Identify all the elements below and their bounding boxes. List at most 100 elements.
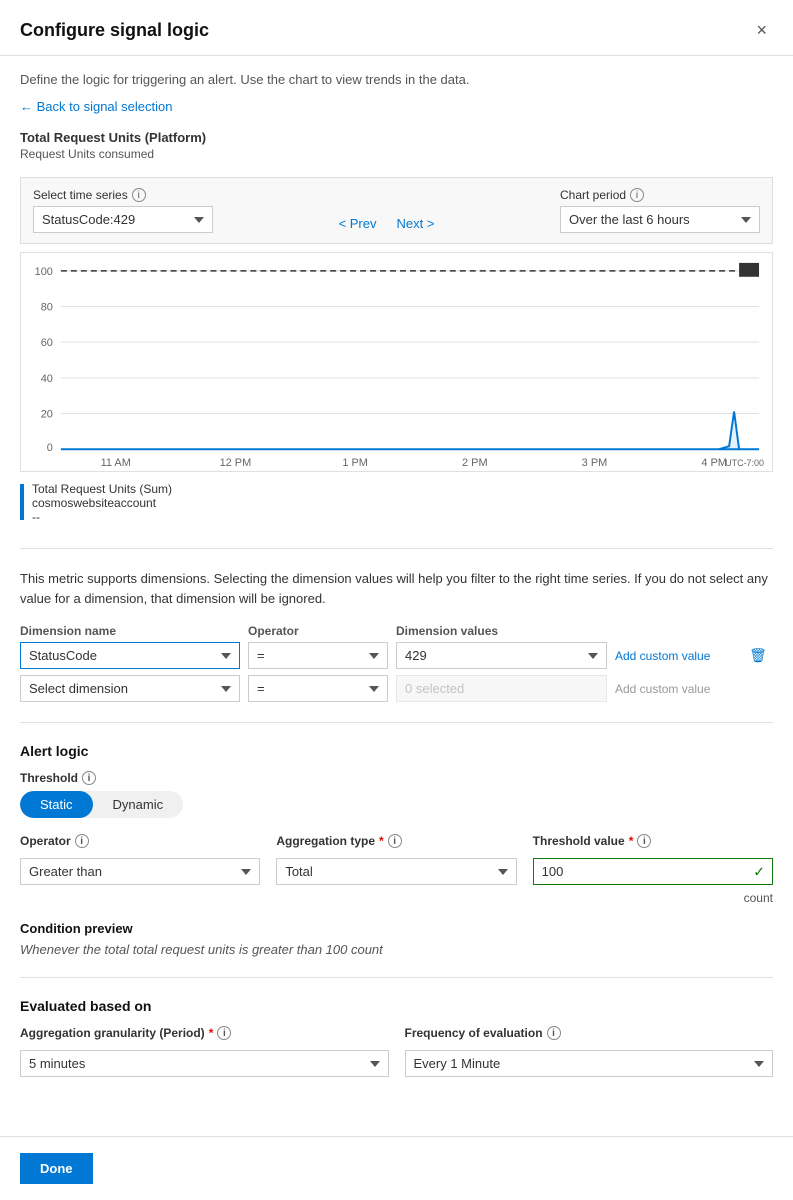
delete-dimension-button-1[interactable]: 🗑	[743, 645, 773, 666]
panel-body: Define the logic for triggering an alert…	[0, 56, 793, 1136]
operator-info-icon[interactable]: i	[75, 834, 89, 848]
chart-area: 100 80 60 40 20 0	[20, 252, 773, 472]
dim-header-operator: Operator	[248, 624, 388, 638]
back-to-signal-link[interactable]: ← Back to signal selection	[20, 99, 172, 114]
granularity-select[interactable]: 1 minute 5 minutes 15 minutes 30 minutes…	[20, 1050, 389, 1077]
aggregation-type-field-group: Aggregation type * i Total Average Minim…	[276, 834, 516, 905]
legend-color-bar	[20, 484, 24, 520]
svg-text:1 PM: 1 PM	[342, 457, 368, 469]
dimension-row-2: Select dimension = != 0 selected Add cus…	[20, 675, 773, 702]
threshold-info-icon[interactable]: i	[82, 771, 96, 785]
svg-text:80: 80	[41, 302, 53, 314]
svg-text:3 PM: 3 PM	[582, 457, 608, 469]
time-series-select[interactable]: StatusCode:429 StatusCode:200 StatusCode…	[33, 206, 213, 233]
dim-operator-select-2[interactable]: = !=	[248, 675, 388, 702]
threshold-value-field-group: Threshold value * i ✓ count	[533, 834, 773, 905]
panel-header: Configure signal logic ×	[0, 0, 793, 56]
chart-legend: Total Request Units (Sum) cosmoswebsitea…	[20, 478, 773, 528]
aggregation-required-star: *	[379, 834, 384, 848]
count-label: count	[533, 891, 773, 905]
threshold-value-info-icon[interactable]: i	[637, 834, 651, 848]
dynamic-toggle-button[interactable]: Dynamic	[93, 791, 184, 818]
threshold-check-icon: ✓	[753, 863, 765, 880]
granularity-field-group: Aggregation granularity (Period) * i 1 m…	[20, 1026, 389, 1077]
svg-text:20: 20	[41, 409, 53, 421]
configure-signal-logic-panel: Configure signal logic × Define the logi…	[0, 0, 793, 1200]
operator-label: Operator i	[20, 834, 260, 848]
alert-logic-section: Alert logic Threshold i Static Dynamic O…	[20, 743, 773, 957]
dimension-notice: This metric supports dimensions. Selecti…	[20, 569, 773, 608]
svg-text:12 PM: 12 PM	[220, 457, 252, 469]
separator-2	[20, 722, 773, 723]
condition-preview-text: Whenever the total total request units i…	[20, 942, 773, 957]
evaluated-section-title: Evaluated based on	[20, 998, 773, 1014]
threshold-value-required-star: *	[629, 834, 634, 848]
granularity-label: Aggregation granularity (Period) * i	[20, 1026, 389, 1040]
dim-name-select-2[interactable]: Select dimension	[20, 675, 240, 702]
operator-select[interactable]: Greater than Less than Greater than or e…	[20, 858, 260, 885]
add-custom-value-link-1[interactable]: Add custom value	[615, 649, 735, 663]
svg-text:4 PM: 4 PM	[701, 457, 727, 469]
done-button[interactable]: Done	[20, 1153, 93, 1184]
granularity-info-icon[interactable]: i	[217, 1026, 231, 1040]
threshold-value-input[interactable]	[533, 858, 773, 885]
time-series-group: Select time series i StatusCode:429 Stat…	[33, 188, 213, 233]
close-button[interactable]: ×	[750, 18, 773, 43]
threshold-toggle: Static Dynamic	[20, 791, 183, 818]
chart-svg: 100 80 60 40 20 0	[21, 253, 772, 471]
nav-buttons: < Prev Next >	[335, 214, 439, 233]
nav-buttons-group: < Prev Next >	[213, 214, 560, 233]
alert-logic-fields: Operator i Greater than Less than Greate…	[20, 834, 773, 905]
aggregation-type-label: Aggregation type * i	[276, 834, 516, 848]
aggregation-type-select[interactable]: Total Average Minimum Maximum Count	[276, 858, 516, 885]
chart-period-group: Chart period i Over the last 1 hour Over…	[560, 188, 760, 233]
operator-field-group: Operator i Greater than Less than Greate…	[20, 834, 260, 905]
add-custom-value-disabled-2: Add custom value	[615, 682, 735, 696]
legend-account: cosmoswebsiteaccount	[32, 496, 172, 510]
frequency-label: Frequency of evaluation i	[405, 1026, 774, 1040]
svg-text:2 PM: 2 PM	[462, 457, 488, 469]
signal-info: Total Request Units (Platform) Request U…	[20, 130, 773, 161]
threshold-value-label: Threshold value * i	[533, 834, 773, 848]
svg-text:100: 100	[35, 266, 53, 278]
chart-period-info-icon[interactable]: i	[630, 188, 644, 202]
static-toggle-button[interactable]: Static	[20, 791, 93, 818]
panel-footer: Done	[0, 1136, 793, 1200]
svg-text:60: 60	[41, 337, 53, 349]
prev-button[interactable]: < Prev	[335, 214, 381, 233]
panel-title: Configure signal logic	[20, 20, 209, 41]
evaluated-fields: Aggregation granularity (Period) * i 1 m…	[20, 1026, 773, 1077]
threshold-input-wrapper: ✓	[533, 858, 773, 885]
chart-period-select[interactable]: Over the last 1 hour Over the last 6 hou…	[560, 206, 760, 233]
legend-dashes: --	[32, 510, 172, 524]
frequency-select[interactable]: Every 1 Minute Every 5 Minutes Every 15 …	[405, 1050, 774, 1077]
signal-sub: Request Units consumed	[20, 147, 773, 161]
svg-text:11 AM: 11 AM	[101, 457, 131, 469]
frequency-info-icon[interactable]: i	[547, 1026, 561, 1040]
legend-name: Total Request Units (Sum)	[32, 482, 172, 496]
time-series-info-icon[interactable]: i	[132, 188, 146, 202]
condition-preview-section: Condition preview Whenever the total tot…	[20, 921, 773, 957]
dim-header-values: Dimension values	[396, 624, 607, 638]
separator-1	[20, 548, 773, 549]
dimension-table: Dimension name Operator Dimension values…	[20, 624, 773, 702]
dimension-header-row: Dimension name Operator Dimension values	[20, 624, 773, 638]
time-series-label: Select time series i	[33, 188, 213, 202]
frequency-field-group: Frequency of evaluation i Every 1 Minute…	[405, 1026, 774, 1077]
evaluated-based-on-section: Evaluated based on Aggregation granulari…	[20, 998, 773, 1077]
granularity-required-star: *	[209, 1026, 214, 1040]
dim-value-select-2: 0 selected	[396, 675, 607, 702]
svg-text:UTC-7:00: UTC-7:00	[725, 458, 764, 468]
aggregation-info-icon[interactable]: i	[388, 834, 402, 848]
dim-name-select-1[interactable]: StatusCode	[20, 642, 240, 669]
svg-text:40: 40	[41, 373, 53, 385]
chart-period-label: Chart period i	[560, 188, 760, 202]
dim-header-name: Dimension name	[20, 624, 240, 638]
chart-controls: Select time series i StatusCode:429 Stat…	[20, 177, 773, 244]
alert-logic-title: Alert logic	[20, 743, 773, 759]
legend-info: Total Request Units (Sum) cosmoswebsitea…	[32, 482, 172, 524]
dim-value-select-1[interactable]: 429 200 404	[396, 642, 607, 669]
threshold-label: Threshold i	[20, 771, 773, 785]
dim-operator-select-1[interactable]: = !=	[248, 642, 388, 669]
next-button[interactable]: Next >	[393, 214, 439, 233]
